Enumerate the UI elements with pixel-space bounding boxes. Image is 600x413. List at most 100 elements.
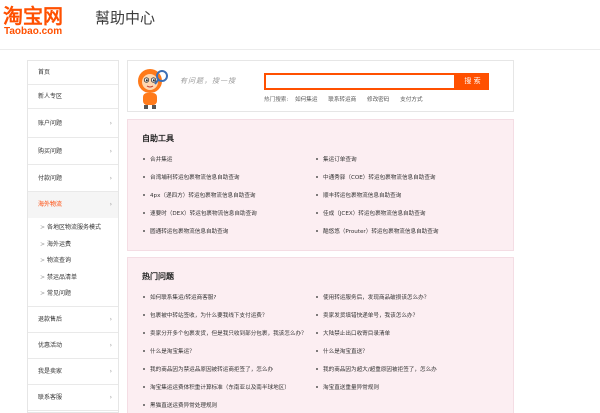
tool-link-label: 集运订单查询: [323, 157, 357, 163]
bullet-icon: [316, 385, 318, 388]
faq-link-label: 使用转运服务后，发现商品破损该怎么办？: [323, 295, 430, 301]
sidebar-item-overseas-logistics[interactable]: 海外物流 ›: [28, 192, 118, 218]
faq-link[interactable]: 淘宝集运运费体积重计算标准（东南亚以及南半球地区）: [143, 383, 290, 391]
hot-search-link[interactable]: 修改密码: [367, 97, 389, 103]
chevron-right-icon: >: [40, 257, 46, 264]
chevron-right-icon: ›: [109, 393, 112, 401]
faq-link[interactable]: 卖家发货填错快递单号，我该怎么办？: [316, 311, 418, 319]
faq-link-label: 如何联系集运/转运商客服?: [150, 295, 217, 301]
bullet-icon: [316, 229, 318, 232]
logo-domain: Taobao.com: [4, 26, 63, 37]
bullet-icon: [143, 229, 145, 232]
tool-link[interactable]: 中通秀驿（COE）转运包裹物流信息自助查询: [316, 173, 436, 181]
sidebar-item-payment[interactable]: 付款问题 ›: [28, 165, 118, 192]
hot-search-link[interactable]: 支付方式: [400, 97, 422, 103]
sidebar-item-contact[interactable]: 联系客服 ›: [28, 385, 118, 411]
tool-link[interactable]: 4px（递四方）转运包裹物流信息自助查询: [143, 191, 256, 199]
sidebar-item-label: 购买问题: [38, 148, 63, 155]
taobao-logo[interactable]: 淘宝网 Taobao.com: [3, 4, 93, 40]
sidebar-item-label: 退款售后: [38, 315, 63, 323]
sidebar-subitem-label: 各地区物流服务模式: [47, 224, 102, 231]
search-input[interactable]: [264, 73, 456, 90]
bullet-icon: [143, 175, 145, 178]
hot-search-link[interactable]: 联系转运商: [328, 97, 356, 103]
chevron-right-icon: ›: [109, 175, 112, 182]
tool-link-label: 酷悠悠（Prouter）转运包裹物流信息自助查询: [323, 229, 439, 235]
sidebar-item-seller[interactable]: 我是卖家 ›: [28, 359, 118, 385]
chevron-right-icon: ›: [109, 341, 112, 349]
chevron-right-icon: ›: [109, 367, 112, 375]
search-button[interactable]: 搜 索: [456, 73, 489, 90]
faq-link[interactable]: 淘宝直送重量异常规则: [316, 383, 379, 391]
tool-link[interactable]: 速要时（DEX）转运包裹物流信息自助查询: [143, 209, 257, 217]
tool-link[interactable]: 酷悠悠（Prouter）转运包裹物流信息自助查询: [316, 227, 438, 235]
bullet-icon: [316, 331, 318, 334]
bullet-icon: [143, 193, 145, 196]
bullet-icon: [143, 367, 145, 370]
sidebar-nav: 首页 新人专区 账户问题 › 购买问题 › 付款问题 › 海外物流 › > 各地区物流服务…: [27, 60, 119, 413]
sidebar-subitem[interactable]: > 常见问题: [28, 286, 118, 303]
sidebar-item-refund[interactable]: 退款售后 ›: [28, 307, 118, 333]
sidebar-item-label: 付款问题: [38, 175, 63, 182]
sidebar-item-promotions[interactable]: 优惠活动 ›: [28, 333, 118, 359]
faq-link-label: 我的商品因为禁运品原因被转运商拒签了，怎么办: [150, 367, 274, 373]
tool-link[interactable]: 台湾埔利转运包裹物流信息自助查询: [143, 173, 240, 181]
faq-link[interactable]: 我的商品因为禁运品原因被转运商拒签了，怎么办: [143, 365, 273, 373]
faq-link-label: 卖家发货填错快递单号，我该怎么办？: [323, 313, 419, 319]
faq-link-label: 淘宝直送重量异常规则: [323, 385, 379, 391]
tool-link[interactable]: 集运订单查询: [316, 155, 357, 163]
page-title: 幫助中心: [95, 9, 156, 27]
search-slogan: 有问题，搜一搜: [180, 77, 236, 85]
sidebar-subitem[interactable]: > 物流查询: [28, 253, 118, 270]
sidebar-item-label: 我是卖家: [38, 367, 63, 375]
faq-link[interactable]: 使用转运服务后，发现商品破损该怎么办？: [316, 293, 429, 301]
sidebar-item-home[interactable]: 首页: [28, 61, 118, 85]
section-title: 热门问题: [142, 272, 174, 281]
tool-link[interactable]: 合并集运: [143, 155, 172, 163]
chevron-right-icon: >: [40, 224, 46, 231]
bullet-icon: [143, 211, 145, 214]
faq-link[interactable]: 如何联系集运/转运商客服?: [143, 293, 216, 301]
hot-search-link[interactable]: 如何集运: [295, 97, 317, 103]
sidebar-item-label: 新人专区: [38, 93, 63, 100]
tool-link-label: 圆通转运包裹物流信息自助查询: [150, 229, 229, 235]
bullet-icon: [316, 211, 318, 214]
bullet-icon: [143, 349, 145, 352]
page-header: 淘宝网 Taobao.com 幫助中心: [0, 0, 600, 50]
sidebar-subitem-label: 禁运品清单: [47, 273, 78, 281]
faq-link[interactable]: 包裹被中转站签收，为什么要我线下支付运费？: [143, 311, 267, 319]
mascot-icon: [138, 69, 168, 109]
sidebar-subitem[interactable]: > 海外运费: [28, 237, 118, 254]
tool-link[interactable]: 圆通转运包裹物流信息自助查询: [143, 227, 228, 235]
sidebar-subitem[interactable]: > 禁运品清单: [28, 270, 118, 287]
sidebar-item-label: 优惠活动: [38, 341, 63, 349]
faq-link[interactable]: 我的商品因为超大/超重原因被拒签了，怎么办: [316, 365, 437, 373]
bullet-icon: [143, 385, 145, 388]
sidebar-item-label: 海外物流: [38, 201, 63, 208]
faq-link-label: 淘宝集运运费体积重计算标准（东南亚以及南半球地区）: [150, 385, 290, 391]
faq-link-label: 我的商品因为超大/超重原因被拒签了，怎么办: [323, 367, 437, 373]
sidebar-item-label: 首页: [38, 69, 51, 76]
hot-search-bar: 热门搜索: 如何集运 联系转运商 修改密码 支付方式: [264, 95, 432, 103]
bullet-icon: [143, 295, 145, 298]
hot-questions-panel: 热门问题 如何联系集运/转运商客服? 包裹被中转站签收，为什么要我线下支付运费？…: [127, 257, 514, 413]
section-title: 自助工具: [142, 134, 174, 143]
faq-link[interactable]: 黑猫直送运费异常处理规则: [143, 401, 217, 409]
sidebar-subitem[interactable]: > 各地区物流服务模式: [28, 220, 118, 237]
sidebar-item-account[interactable]: 账户问题 ›: [28, 109, 118, 138]
faq-link[interactable]: 大陆禁止出口收寄目录清单: [316, 329, 390, 337]
search-banner: 有问题，搜一搜 搜 索 热门搜索: 如何集运 联系转运商 修改密码 支付方式: [127, 60, 514, 112]
sidebar-item-purchase[interactable]: 购买问题 ›: [28, 138, 118, 165]
sidebar-item-label: 账户问题: [38, 120, 63, 127]
faq-link-label: 大陆禁止出口收寄目录清单: [323, 331, 391, 337]
faq-link[interactable]: 什么是淘宝集运？: [143, 347, 195, 355]
bullet-icon: [316, 157, 318, 160]
tool-link[interactable]: 佳成（JCEX）转运包裹物流信息自助查询: [316, 209, 425, 217]
sidebar-item-newbie[interactable]: 新人专区: [28, 85, 118, 109]
tool-link-label: 台湾埔利转运包裹物流信息自助查询: [150, 175, 240, 181]
faq-link[interactable]: 卖家分开多个包裹发货，但是我只收到部分包裹，我该怎么办？: [143, 329, 307, 337]
tool-link[interactable]: 顺丰转运包裹物流信息自助查询: [316, 191, 401, 199]
sidebar-item-label: 联系客服: [38, 393, 63, 401]
sidebar-subitem-label: 物流查询: [47, 257, 72, 264]
faq-link[interactable]: 什么是淘宝直送？: [316, 347, 368, 355]
